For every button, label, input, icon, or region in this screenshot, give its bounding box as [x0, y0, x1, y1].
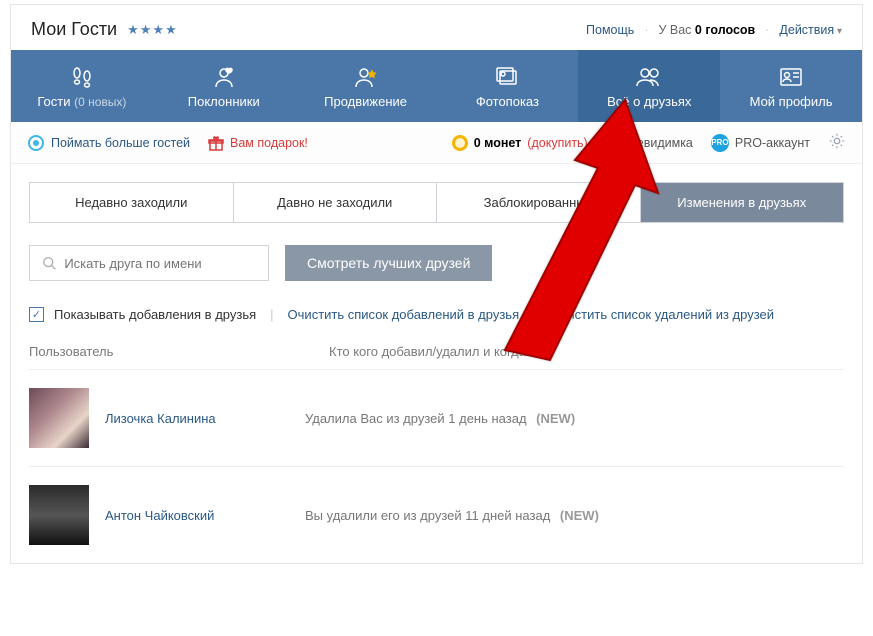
avatar[interactable] [29, 485, 89, 545]
friends-tabs: Недавно заходили Давно не заходили Забло… [29, 182, 844, 223]
list-item: Лизочка Калинина Удалила Вас из друзей 1… [29, 369, 844, 466]
pro-label: PRO-аккаунт [735, 136, 810, 150]
user-name-link[interactable]: Лизочка Калинина [105, 411, 289, 426]
buy-more-link[interactable]: (докупить) [527, 136, 587, 150]
event-text: Удалила Вас из друзей 1 день назад (NEW) [305, 411, 575, 426]
nav-friends[interactable]: Всё о друзьях [578, 50, 720, 122]
user-name-link[interactable]: Антон Чайковский [105, 508, 289, 523]
nav-profile-label: Мой профиль [750, 94, 833, 109]
nav-friends-label: Всё о друзьях [607, 94, 691, 109]
utility-bar: Поймать больше гостей Вам подарок! 0 мон… [11, 122, 862, 164]
nav-fans-label: Поклонники [188, 94, 260, 109]
new-badge: (NEW) [536, 411, 575, 426]
nav-promo-label: Продвижение [324, 94, 407, 109]
photos-icon [493, 64, 521, 90]
pro-account-link[interactable]: PRO PRO-аккаунт [711, 134, 810, 152]
gift-label: Вам подарок! [230, 136, 308, 150]
avatar[interactable] [29, 388, 89, 448]
help-link[interactable]: Помощь [586, 23, 634, 37]
footprints-icon [68, 64, 96, 90]
tab-old[interactable]: Давно не заходили [234, 183, 438, 222]
header-bar: Мои Гости ★★★★ Помощь · У Вас 0 голосов … [11, 5, 862, 50]
gift-link[interactable]: Вам подарок! [208, 135, 308, 151]
friend-search-box[interactable] [29, 245, 269, 281]
votes-count: 0 голосов [695, 23, 755, 37]
coin-icon [452, 135, 468, 151]
coins-status[interactable]: 0 монет (докупить) [452, 135, 588, 151]
nav-promo[interactable]: Продвижение [295, 50, 437, 122]
clear-additions-link[interactable]: Очистить список добавлений в друзья [288, 307, 520, 322]
best-friends-button[interactable]: Смотреть лучших друзей [285, 245, 492, 281]
search-icon [42, 255, 56, 271]
nav-fans[interactable]: Поклонники [153, 50, 295, 122]
nav-profile[interactable]: Мой профиль [720, 50, 862, 122]
tab-changes[interactable]: Изменения в друзьях [641, 183, 844, 222]
coins-count: 0 монет [474, 136, 522, 150]
show-additions-label: Показывать добавления в друзья [54, 307, 256, 322]
gear-icon [828, 132, 846, 150]
clear-deletions-link[interactable]: Очистить список удалений из друзей [551, 307, 775, 322]
tab-blocked[interactable]: Заблокированные [437, 183, 641, 222]
votes-prefix: У Вас [658, 23, 694, 37]
event-text: Вы удалили его из друзей 11 дней назад (… [305, 508, 599, 523]
nav-guests[interactable]: Гости (0 новых) [11, 50, 153, 122]
show-additions-checkbox[interactable]: ✓ [29, 307, 44, 322]
profile-card-icon [778, 64, 804, 90]
column-header-user: Пользователь [29, 344, 289, 359]
tab-recent[interactable]: Недавно заходили [30, 183, 234, 222]
rating-stars[interactable]: ★★★★ [127, 22, 178, 38]
gift-icon [208, 135, 224, 151]
invisible-link[interactable]: Невидимка [606, 135, 693, 151]
list-item: Антон Чайковский Вы удалили его из друзе… [29, 466, 844, 563]
page-title: Мои Гости [31, 19, 117, 40]
actions-dropdown[interactable]: Действия [779, 23, 842, 37]
settings-button[interactable] [828, 132, 846, 153]
nav-photoshow-label: Фотопоказ [476, 94, 539, 109]
event-description: Удалила Вас из друзей 1 день назад [305, 411, 527, 426]
nav-photoshow[interactable]: Фотопоказ [436, 50, 578, 122]
new-badge: (NEW) [560, 508, 599, 523]
separator: · [644, 23, 648, 37]
catch-more-label: Поймать больше гостей [51, 136, 190, 150]
pro-badge-icon: PRO [711, 134, 729, 152]
nav-guests-label: Гости [37, 94, 70, 109]
column-header-event: Кто кого добавил/удалил и когда [329, 344, 526, 359]
invisible-icon [606, 135, 622, 151]
nav-guests-sub: (0 новых) [74, 95, 126, 109]
person-star-icon [353, 64, 379, 90]
separator: | [270, 307, 273, 322]
people-icon [634, 64, 664, 90]
target-icon [27, 134, 45, 152]
separator: | [533, 307, 536, 322]
main-navbar: Гости (0 новых) Поклонники Продвижение Ф… [11, 50, 862, 122]
invisible-label: Невидимка [628, 136, 693, 150]
catch-more-guests-link[interactable]: Поймать больше гостей [27, 134, 190, 152]
event-description: Вы удалили его из друзей 11 дней назад [305, 508, 550, 523]
separator: · [765, 23, 769, 37]
heart-person-icon [211, 64, 237, 90]
votes-status: У Вас 0 голосов [658, 23, 755, 37]
friend-search-input[interactable] [64, 256, 256, 271]
